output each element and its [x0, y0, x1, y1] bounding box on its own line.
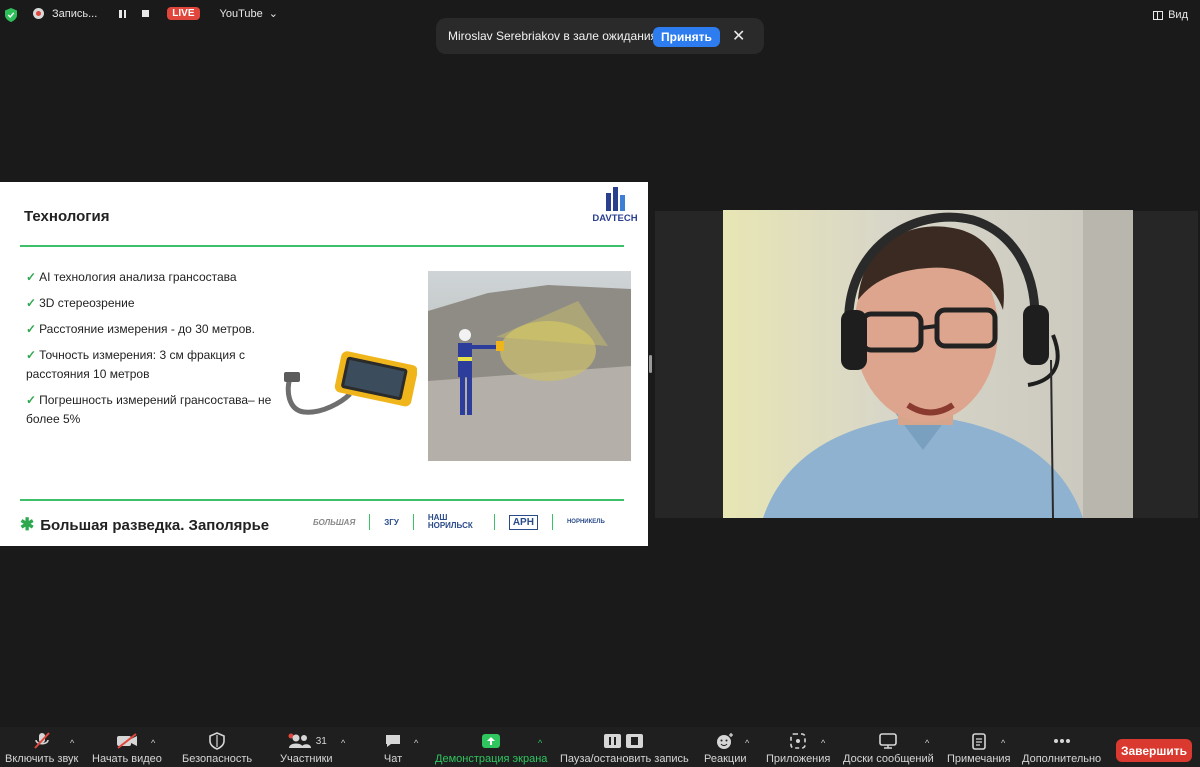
- mic-muted-icon: [31, 732, 53, 750]
- davtech-wordmark: DAVTECH: [592, 213, 637, 224]
- apps-button[interactable]: Приложения: [766, 732, 830, 765]
- slide-footer-title: ✱ Большая разведка. Заполярье: [20, 515, 270, 534]
- partner-logo: БОЛЬШАЯ: [313, 517, 356, 527]
- shared-slide: Технология DAVTECH ✓ AI технология анализ…: [0, 182, 648, 546]
- unmute-button[interactable]: Включить звук: [5, 732, 78, 765]
- check-icon: ✓: [26, 270, 37, 284]
- whiteboard-icon: [877, 732, 899, 750]
- reactions-options-caret-icon[interactable]: ^: [745, 738, 749, 748]
- chat-options-caret-icon[interactable]: ^: [414, 738, 418, 748]
- check-icon: ✓: [26, 348, 37, 362]
- partner-logos: БОЛЬШАЯ ЗГУ НАШ НОРИЛЬСК АРН НОРНИКЕЛЬ: [313, 514, 605, 530]
- notes-icon: [968, 732, 990, 750]
- accept-button[interactable]: Принять: [653, 27, 720, 47]
- logo-divider: [551, 514, 553, 530]
- whiteboards-button[interactable]: Доски сообщений: [843, 732, 934, 765]
- pause-recording-icon[interactable]: [119, 9, 127, 18]
- close-icon[interactable]: ✕: [732, 26, 745, 46]
- more-button[interactable]: Дополнительно: [1022, 732, 1101, 765]
- video-options-caret-icon[interactable]: ^: [151, 738, 155, 748]
- pause-stop-icon: [601, 732, 647, 750]
- apps-options-caret-icon[interactable]: ^: [821, 738, 825, 748]
- shield-icon: [206, 732, 228, 750]
- pause-stop-recording-button[interactable]: Пауза/остановить запись: [560, 732, 689, 765]
- partner-logo: ЗГУ: [384, 517, 399, 527]
- participant-count: 31: [315, 735, 327, 747]
- chevron-down-icon: ⌄: [268, 8, 278, 20]
- chat-icon: [382, 732, 404, 750]
- recording-label: Запись...: [52, 7, 98, 20]
- reactions-icon: [714, 732, 736, 750]
- participants-button[interactable]: 31 Участники: [280, 732, 333, 765]
- security-button[interactable]: Безопасность: [182, 732, 252, 765]
- security-shield-icon[interactable]: [5, 8, 17, 22]
- end-meeting-button[interactable]: Завершить: [1116, 739, 1192, 762]
- speaker-video[interactable]: [723, 210, 1133, 518]
- partner-logo: НОРНИКЕЛЬ: [566, 519, 605, 525]
- recording-dot-icon: [33, 8, 44, 19]
- davtech-logo: DAVTECH: [592, 187, 638, 224]
- check-icon: ✓: [26, 393, 37, 407]
- view-button[interactable]: Вид: [1153, 9, 1188, 21]
- share-options-caret-icon[interactable]: ^: [538, 738, 542, 748]
- bullet-item: ✓ AI технология анализа грансостава: [26, 270, 237, 284]
- meeting-toolbar: Включить звук ^ Начать видео ^ Безопасно…: [0, 727, 1200, 767]
- recording-status: Запись... LIVE YouTube ⌄: [33, 7, 278, 20]
- audio-options-caret-icon[interactable]: ^: [70, 738, 74, 748]
- notes-button[interactable]: Примечания: [947, 732, 1011, 765]
- slide-bullet-list: ✓ AI технология анализа грансостава ✓ 3D с…: [26, 268, 276, 436]
- whiteboards-options-caret-icon[interactable]: ^: [925, 738, 929, 748]
- start-video-button[interactable]: Начать видео: [92, 732, 162, 765]
- video-off-icon: [116, 732, 138, 750]
- check-icon: ✓: [26, 322, 37, 336]
- live-badge: LIVE: [167, 7, 200, 20]
- view-grid-icon: [1153, 10, 1164, 20]
- more-icon: [1051, 732, 1073, 750]
- participants-options-caret-icon[interactable]: ^: [341, 738, 345, 748]
- waiting-room-notification: Miroslav Serebriakov в зале ожидания При…: [436, 18, 764, 54]
- bullet-item: ✓ Расстояние измерения - до 30 метров.: [26, 322, 255, 336]
- clover-icon: ✱: [20, 515, 35, 534]
- logo-divider: [493, 514, 495, 530]
- share-screen-button[interactable]: Демонстрация экрана: [435, 732, 547, 765]
- participants-icon: 31: [281, 732, 331, 750]
- logo-divider: [412, 514, 414, 530]
- bullet-item: ✓ 3D стереозрение: [26, 296, 135, 310]
- apps-icon: [787, 732, 809, 750]
- quarry-photo: [428, 271, 631, 461]
- logo-divider: [369, 514, 371, 530]
- split-view-handle[interactable]: [649, 355, 652, 373]
- tablet-device-image: [284, 351, 417, 415]
- view-label: Вид: [1168, 9, 1188, 21]
- waiting-room-message: Miroslav Serebriakov в зале ожидания: [448, 29, 658, 43]
- bullet-item: ✓ Погрешность измерений грансостава– не б…: [26, 393, 272, 426]
- notes-options-caret-icon[interactable]: ^: [1001, 738, 1005, 748]
- slide-rule-bottom: [20, 499, 624, 501]
- stream-target-label: YouTube: [219, 7, 263, 20]
- share-screen-icon: [480, 732, 502, 750]
- chat-button[interactable]: Чат: [382, 732, 404, 765]
- partner-logo: АРН: [508, 514, 538, 530]
- slide-title: Технология: [24, 208, 110, 225]
- partner-logo: НАШ НОРИЛЬСК: [427, 513, 473, 530]
- slide-rule-top: [20, 245, 624, 247]
- bullet-item: ✓ Точность измерения: 3 см фракция с расс…: [26, 348, 245, 381]
- check-icon: ✓: [26, 296, 37, 310]
- stop-recording-icon[interactable]: [142, 10, 150, 17]
- reactions-button[interactable]: Реакции: [704, 732, 747, 765]
- stream-target-dropdown[interactable]: YouTube ⌄: [219, 7, 278, 21]
